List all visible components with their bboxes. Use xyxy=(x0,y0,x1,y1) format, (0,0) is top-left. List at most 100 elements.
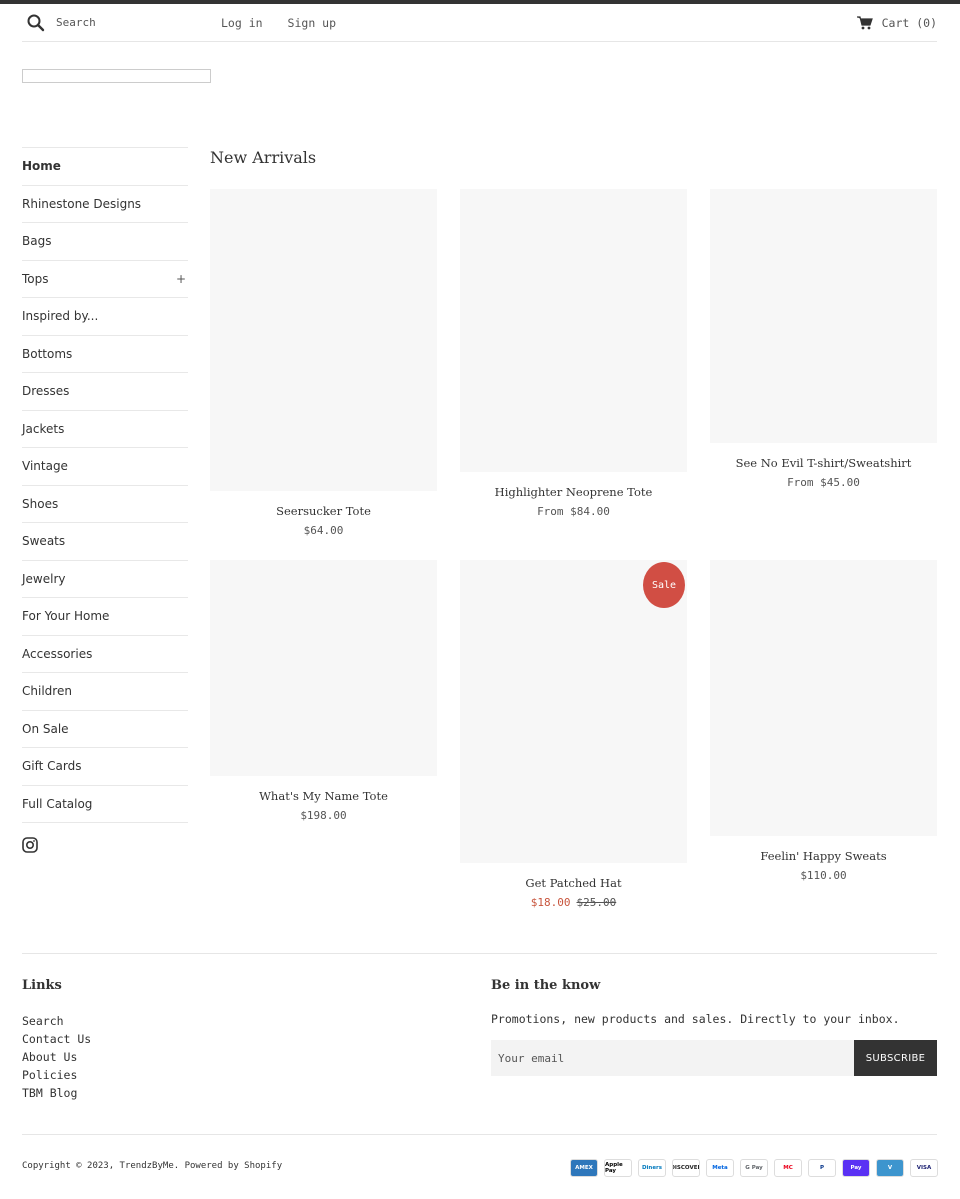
sidebar-item-home[interactable]: Home xyxy=(22,147,188,185)
payment-icon: P xyxy=(808,1159,836,1177)
footer-link-tbm-blog[interactable]: TBM Blog xyxy=(22,1084,91,1102)
cart-link[interactable]: Cart (0) xyxy=(856,15,937,30)
sidebar-item-on-sale[interactable]: On Sale xyxy=(22,709,188,748)
product-card[interactable]: What's My Name Tote $198.00 xyxy=(210,560,437,822)
footer-link-search[interactable]: Search xyxy=(22,1012,91,1030)
copyright-prefix: Copyright © 2023, xyxy=(22,1161,115,1171)
page-title: New Arrivals xyxy=(210,148,317,167)
sidebar-item-rhinestone-designs[interactable]: Rhinestone Designs xyxy=(22,184,188,223)
cart-icon xyxy=(856,15,873,29)
sidebar-item-label: Gift Cards xyxy=(22,759,82,774)
product-card[interactable]: Highlighter Neoprene Tote From $84.00 xyxy=(460,189,687,518)
product-name[interactable]: Seersucker Tote xyxy=(210,504,437,518)
sidebar-item-label: Vintage xyxy=(22,459,68,474)
email-field[interactable] xyxy=(491,1040,854,1076)
sidebar-item-children[interactable]: Children xyxy=(22,672,188,710)
newsletter-heading: Be in the know xyxy=(491,978,601,993)
product-image[interactable] xyxy=(710,560,937,836)
sidebar-item-accessories[interactable]: Accessories xyxy=(22,634,188,673)
sidebar-item-sweats[interactable]: Sweats xyxy=(22,522,188,560)
product-price: $110.00 xyxy=(800,869,847,882)
product-name[interactable]: What's My Name Tote xyxy=(210,789,437,803)
product-image[interactable] xyxy=(210,560,437,776)
cart-label: Cart (0) xyxy=(881,15,937,30)
sidebar-item-full-catalog[interactable]: Full Catalog xyxy=(22,784,188,823)
footer-link-contact-us[interactable]: Contact Us xyxy=(22,1030,91,1048)
store-logo[interactable] xyxy=(22,69,211,83)
sidebar-item-label: Jewelry xyxy=(22,571,66,586)
instagram-icon[interactable] xyxy=(22,837,38,853)
sidebar-item-bags[interactable]: Bags xyxy=(22,222,188,260)
product-name[interactable]: Get Patched Hat xyxy=(460,876,687,890)
product-price: $18.00 $25.00 xyxy=(460,896,687,909)
expand-plus-icon[interactable]: + xyxy=(176,272,188,286)
product-name[interactable]: Feelin' Happy Sweats xyxy=(710,849,937,863)
product-image[interactable] xyxy=(210,189,437,491)
footer-link-about-us[interactable]: About Us xyxy=(22,1048,91,1066)
sale-badge: Sale xyxy=(643,562,685,608)
sidebar-item-label: Dresses xyxy=(22,384,70,399)
sidebar-item-shoes[interactable]: Shoes xyxy=(22,484,188,523)
sidebar-item-tops[interactable]: Tops + xyxy=(22,259,188,298)
sidebar-item-jackets[interactable]: Jackets xyxy=(22,409,188,448)
sidebar-item-label: Home xyxy=(22,159,61,174)
sidebar-item-bottoms[interactable]: Bottoms xyxy=(22,334,188,373)
sidebar-item-inspired-by[interactable]: Inspired by... xyxy=(22,297,188,335)
sidebar-item-label: Tops xyxy=(22,271,49,286)
product-name[interactable]: See No Evil T-shirt/Sweatshirt xyxy=(710,456,937,470)
compare-price: $25.00 xyxy=(576,896,617,909)
sidebar-item-label: Shoes xyxy=(22,496,59,511)
login-link[interactable]: Log in xyxy=(221,16,263,30)
sidebar-item-label: For Your Home xyxy=(22,609,110,624)
product-price: $64.00 xyxy=(303,524,344,537)
payment-icons: AMEX Apple Pay Diners DISCOVER Meta G Pay MC PP… xyxy=(570,1159,938,1177)
product-price: $198.00 xyxy=(300,809,347,822)
product-image[interactable] xyxy=(460,189,687,472)
payment-icon: MC xyxy=(774,1159,802,1177)
sidebar-item-label: Bags xyxy=(22,234,52,249)
product-card[interactable]: See No Evil T-shirt/Sweatshirt From $45.… xyxy=(710,189,937,489)
payment-icon: DISCOVER xyxy=(672,1159,700,1177)
copyright: Copyright © 2023, TrendzByMe. Powered by… xyxy=(22,1161,283,1171)
product-card[interactable]: Feelin' Happy Sweats $110.00 xyxy=(710,560,937,882)
subscribe-button[interactable]: SUBSCRIBE xyxy=(854,1040,937,1076)
sidebar-item-label: Sweats xyxy=(22,534,66,549)
product-image[interactable] xyxy=(710,189,937,443)
payment-icon: VISA xyxy=(910,1159,938,1177)
footer-links-heading: Links xyxy=(22,978,62,993)
sidebar-item-jewelry[interactable]: Jewelry xyxy=(22,559,188,598)
newsletter-text: Promotions, new products and sales. Dire… xyxy=(491,1012,900,1026)
footer-bottom-divider xyxy=(22,1134,937,1135)
product-image[interactable]: Sale xyxy=(460,560,687,863)
product-card[interactable]: Seersucker Tote $64.00 xyxy=(210,189,437,537)
sidebar-item-gift-cards[interactable]: Gift Cards xyxy=(22,747,188,785)
payment-icon: G Pay xyxy=(740,1159,768,1177)
signup-link[interactable]: Sign up xyxy=(288,16,336,30)
footer-link-policies[interactable]: Policies xyxy=(22,1066,91,1084)
sidebar-item-for-your-home[interactable]: For Your Home xyxy=(22,597,188,635)
payment-icon: AMEX xyxy=(570,1159,598,1177)
search-icon[interactable] xyxy=(26,13,46,33)
sidebar-list: Home Rhinestone Designs Bags Tops + Inspi… xyxy=(22,147,188,823)
store-name-link[interactable]: TrendzByMe xyxy=(120,1161,174,1171)
powered-by-link[interactable]: Powered by Shopify xyxy=(185,1161,283,1171)
footer-divider xyxy=(22,953,937,954)
sidebar-item-label: Inspired by... xyxy=(22,309,99,324)
payment-icon: Pay xyxy=(842,1159,870,1177)
product-name[interactable]: Highlighter Neoprene Tote xyxy=(460,485,687,499)
footer-links: Search Contact Us About Us Policies TBM … xyxy=(22,1012,91,1102)
product-card[interactable]: Sale Get Patched Hat $18.00 $25.00 xyxy=(460,560,687,909)
sidebar-item-vintage[interactable]: Vintage xyxy=(22,447,188,485)
sidebar-item-label: On Sale xyxy=(22,721,69,736)
sidebar-nav: Home Rhinestone Designs Bags Tops + Inspi… xyxy=(22,147,188,857)
sidebar-item-label: Jackets xyxy=(22,421,65,436)
product-price: From $45.00 xyxy=(787,476,860,489)
sidebar-item-dresses[interactable]: Dresses xyxy=(22,372,188,410)
search-input[interactable] xyxy=(56,16,196,29)
payment-icon: V xyxy=(876,1159,904,1177)
sidebar-item-label: Accessories xyxy=(22,646,93,661)
site-header: Log in Sign up Cart (0) xyxy=(22,4,937,42)
sidebar-item-label: Rhinestone Designs xyxy=(22,196,142,211)
sidebar-item-label: Bottoms xyxy=(22,346,73,361)
payment-icon: Apple Pay xyxy=(604,1159,632,1177)
